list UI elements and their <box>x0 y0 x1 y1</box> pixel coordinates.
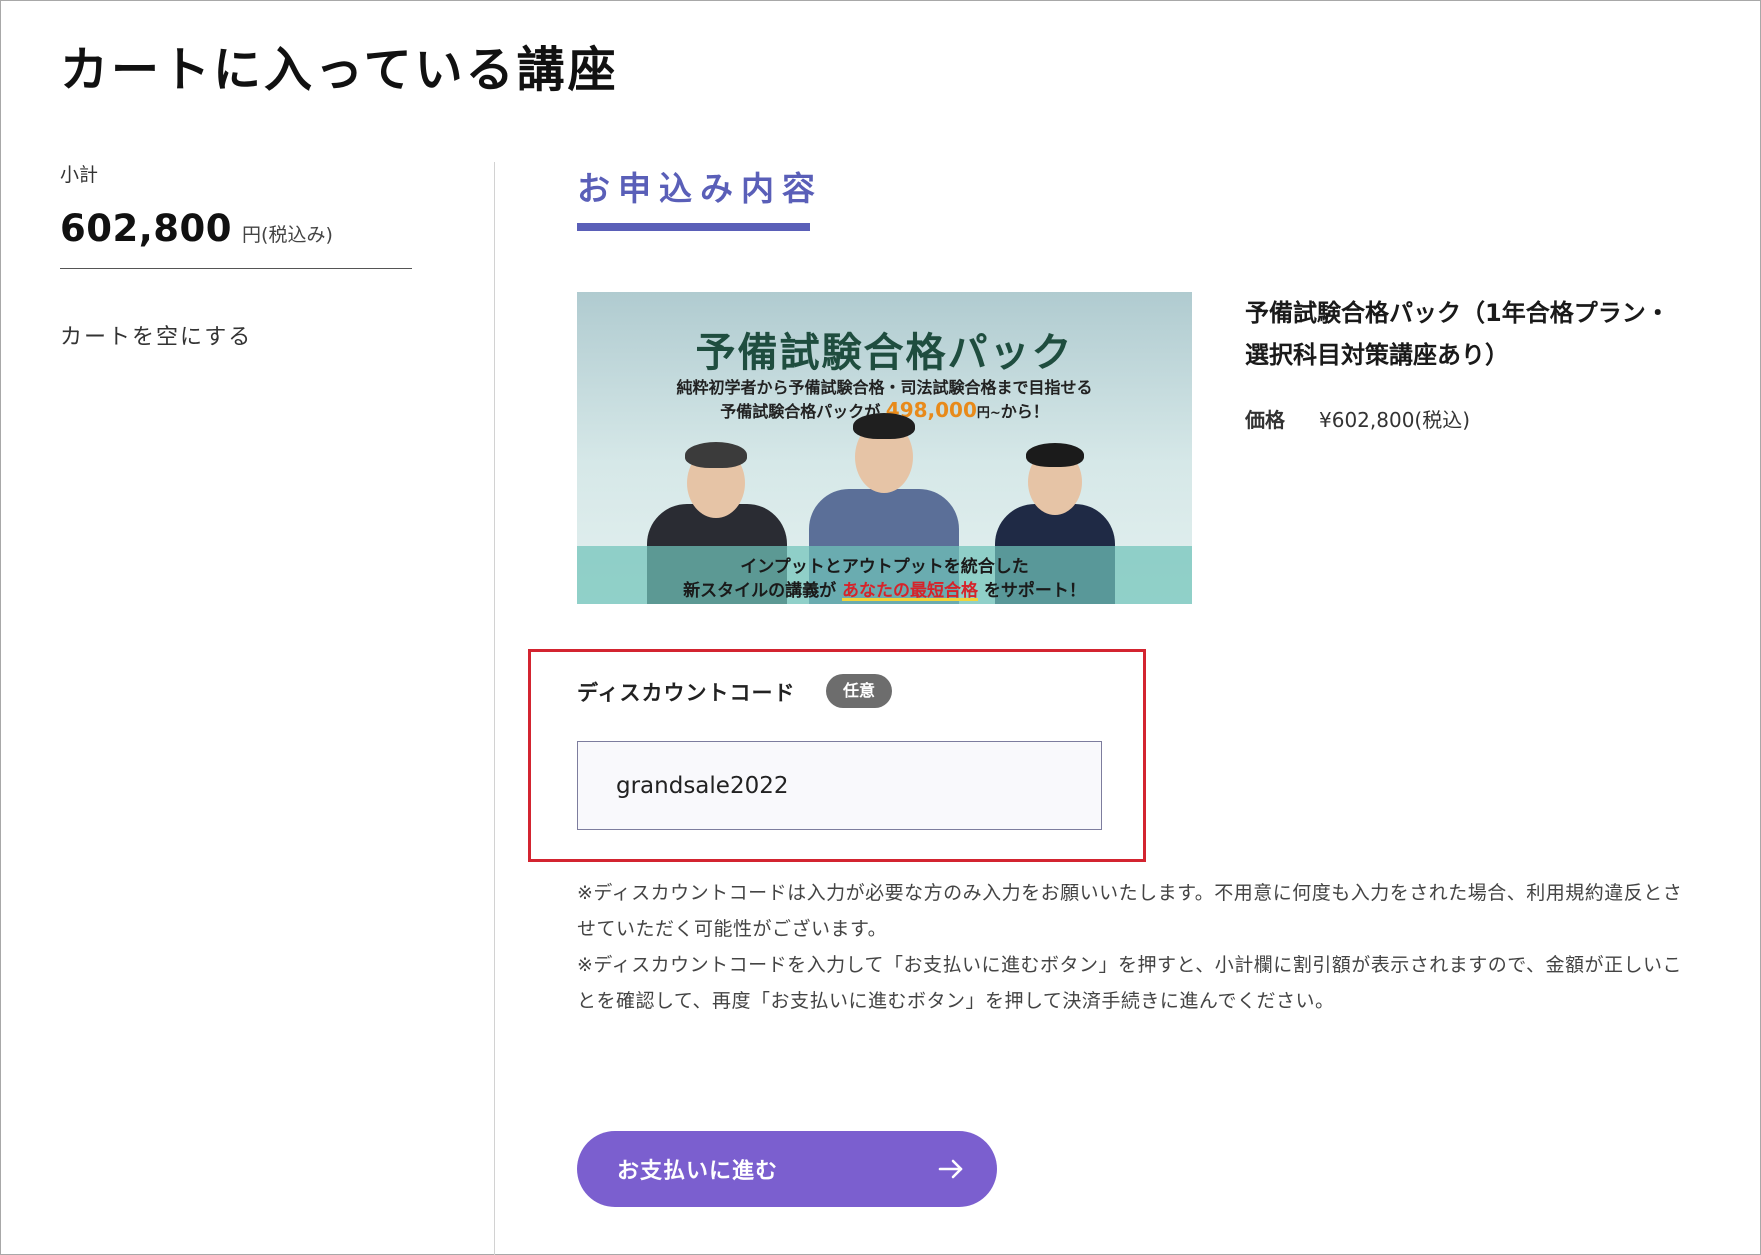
price-value: ¥602,800(税込) <box>1319 408 1471 432</box>
column-divider <box>494 162 495 1255</box>
banner-strip-highlight: あなたの最短合格 <box>842 581 978 601</box>
optional-badge: 任意 <box>826 674 892 708</box>
product-name: 予備試験合格パック（1年合格プラン・選択科目対策講座あり） <box>1245 299 1670 369</box>
section-title-underline <box>577 223 810 231</box>
empty-cart-link[interactable]: カートを空にする <box>60 319 252 351</box>
discount-code-label: ディスカウントコード <box>577 681 796 705</box>
page-title: カートに入っている講座 <box>60 42 619 98</box>
subtotal-row: 602,800 円(税込み) <box>60 207 412 269</box>
price-row: 価格 ¥602,800(税込) <box>1245 404 1470 433</box>
banner-strip-line2: 新スタイルの講義が あなたの最短合格 をサポート！ <box>577 576 1192 601</box>
proceed-button-label: お支払いに進む <box>617 1159 779 1184</box>
banner-subtitle-suffix: から！ <box>1000 402 1049 421</box>
discount-notes: ※ディスカウントコードは入力が必要な方のみ入力をお願いいたします。不用意に何度も… <box>577 875 1697 1019</box>
product-banner-image: 予備試験合格パック 純粋初学者から予備試験合格・司法試験合格まで目指せる 予備試… <box>577 292 1192 604</box>
discount-note-1: ※ディスカウントコードは入力が必要な方のみ入力をお願いいたします。不用意に何度も… <box>577 882 1683 940</box>
discount-code-input[interactable] <box>577 741 1102 830</box>
section-title: お申込み内容 <box>577 169 823 208</box>
subtotal-label: 小計 <box>60 164 99 186</box>
banner-strip-line1: インプットとアウトプットを統合した <box>740 557 1029 577</box>
banner-strip-prefix: 新スタイルの講義が <box>683 581 837 601</box>
banner-title: 予備試験合格パック <box>695 329 1074 376</box>
cart-summary-sidebar: 小計 602,800 円(税込み) カートを空にする <box>60 160 412 351</box>
subtotal-amount: 602,800 <box>60 207 233 250</box>
price-label: 価格 <box>1245 408 1285 432</box>
proceed-to-payment-button[interactable]: お支払いに進む <box>577 1131 997 1207</box>
banner-strip-suffix: をサポート！ <box>983 581 1086 601</box>
arrow-right-icon <box>935 1153 967 1185</box>
discount-note-2: ※ディスカウントコードを入力して「お支払いに進むボタン」を押すと、小計欄に割引額… <box>577 954 1683 1012</box>
banner-strip: インプットとアウトプットを統合した 新スタイルの講義が あなたの最短合格 をサポ… <box>577 546 1192 604</box>
banner-price-unit: 円~ <box>976 406 1001 421</box>
subtotal-unit: 円(税込み) <box>242 224 333 246</box>
banner-subtitle-line1: 純粋初学者から予備試験合格・司法試験合格まで目指せる <box>676 378 1093 397</box>
